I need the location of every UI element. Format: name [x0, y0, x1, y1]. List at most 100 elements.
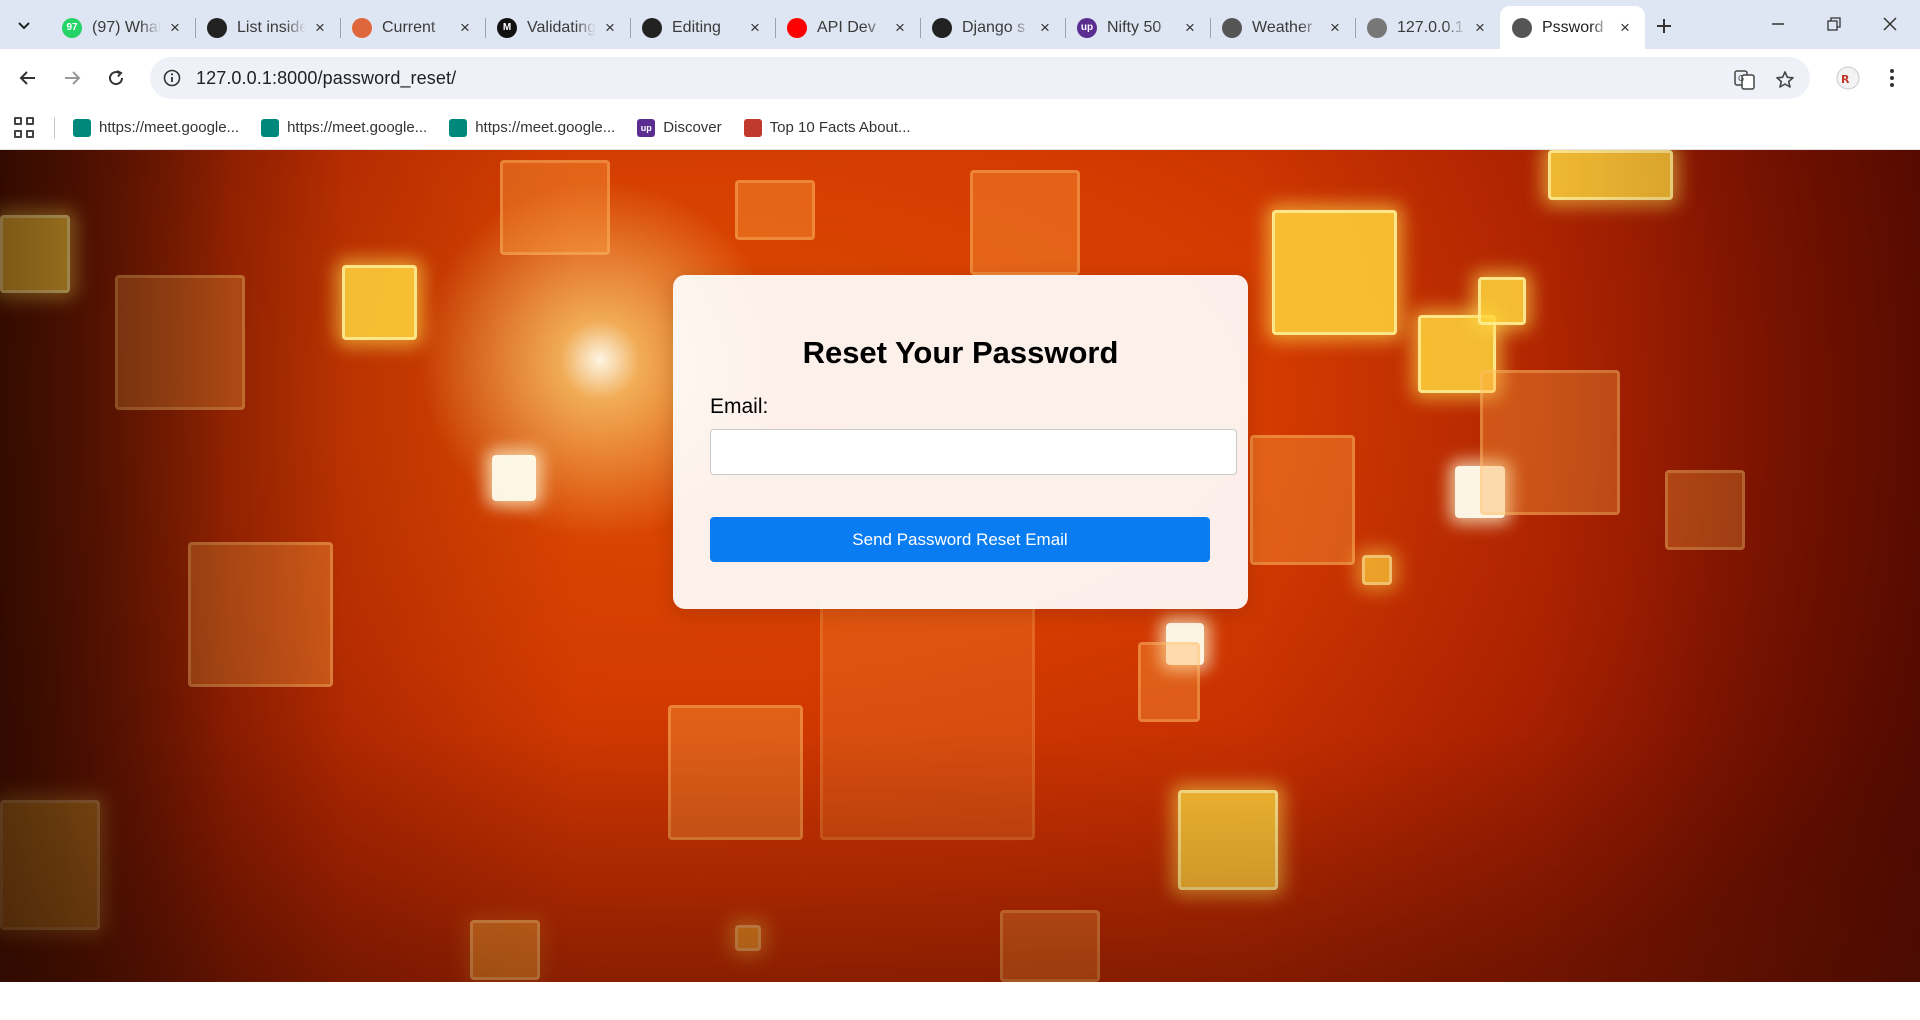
new-tab-button[interactable]	[1650, 12, 1678, 40]
profile-button[interactable]: R	[1832, 62, 1864, 94]
close-tab-icon[interactable]: ×	[890, 18, 910, 38]
svg-text:R: R	[1841, 73, 1850, 86]
apps-icon[interactable]	[14, 116, 36, 139]
plus-icon	[1657, 19, 1671, 33]
minimize-icon	[1772, 23, 1784, 25]
browser-tab[interactable]: Current ×	[340, 6, 485, 49]
translate-button[interactable]: G	[1730, 65, 1760, 95]
globe-icon	[1367, 17, 1387, 38]
browser-tab[interactable]: API Dev ×	[775, 6, 920, 49]
page-background: Reset Your Password Email: Send Password…	[0, 150, 1920, 982]
tab-title: Current	[382, 18, 436, 36]
reload-button[interactable]	[100, 62, 132, 94]
star-icon	[1776, 71, 1794, 88]
flag-icon	[743, 118, 762, 137]
bookmark-label: Top 10 Facts About...	[769, 119, 911, 136]
close-tab-icon[interactable]: ×	[1325, 18, 1345, 38]
bookmark-item[interactable]: Top 10 Facts About...	[743, 118, 911, 137]
menu-button[interactable]	[1876, 62, 1908, 94]
back-button[interactable]	[12, 62, 44, 94]
url-text: 127.0.0.1:8000/password_reset/	[196, 67, 457, 88]
tab-title: API Dev	[817, 18, 876, 36]
bookmarks-bar: https://meet.google... https://meet.googl…	[0, 106, 1920, 150]
close-tab-icon[interactable]: ×	[1470, 18, 1490, 38]
browser-tab[interactable]: 127.0.0.1 ×	[1355, 6, 1500, 49]
email-field[interactable]	[710, 429, 1237, 475]
browser-tab[interactable]: Django s ×	[920, 6, 1065, 49]
close-window-button[interactable]	[1866, 8, 1914, 40]
more-vertical-icon	[1890, 69, 1894, 87]
minimize-button[interactable]	[1754, 8, 1802, 40]
browser-tab[interactable]: 97 (97) WhatsApp×	[50, 6, 195, 49]
close-tab-icon[interactable]: ×	[1180, 18, 1200, 38]
globe-icon	[1222, 17, 1242, 38]
close-tab-icon[interactable]: ×	[1615, 18, 1635, 38]
close-tab-icon[interactable]: ×	[310, 18, 330, 38]
globe-icon	[1512, 17, 1532, 38]
bookmark-item[interactable]: https://meet.google...	[73, 118, 240, 137]
tabs-container: 97(97) WhatsApp×List inside×Current×MVal…	[50, 6, 1645, 49]
youtube-icon	[787, 17, 807, 38]
send-reset-email-button[interactable]: Send Password Reset Email	[710, 517, 1210, 562]
google-meet-icon	[449, 118, 468, 137]
close-tab-icon[interactable]: ×	[600, 18, 620, 38]
google-meet-icon	[261, 118, 280, 137]
github-icon	[642, 17, 662, 38]
divider	[54, 116, 55, 139]
address-bar[interactable]: 127.0.0.1:8000/password_reset/ G	[150, 57, 1810, 99]
tab-title: Pssword	[1542, 18, 1604, 36]
bookmark-star-button[interactable]	[1770, 65, 1800, 95]
reload-icon	[109, 70, 124, 86]
tab-strip: 97(97) WhatsApp×List inside×Current×MVal…	[0, 0, 1920, 49]
forward-button[interactable]	[56, 62, 88, 94]
browser-tab[interactable]: Editing ×	[630, 6, 775, 49]
svg-text:G: G	[1738, 74, 1744, 83]
restore-button[interactable]	[1810, 8, 1858, 40]
tab-title: 127.0.0.1	[1397, 18, 1464, 36]
upwork-icon: up	[637, 118, 656, 137]
tab-search-button[interactable]	[10, 12, 38, 40]
browser-toolbar: 127.0.0.1:8000/password_reset/ G R	[0, 49, 1920, 106]
close-tab-icon[interactable]: ×	[745, 18, 765, 38]
tab-title: Editing	[672, 18, 721, 36]
info-icon	[163, 69, 181, 87]
favicon-badge: 97	[66, 22, 78, 33]
bookmark-item[interactable]: https://meet.google...	[449, 118, 616, 137]
avatar-icon: R	[1836, 66, 1860, 90]
bookmark-label: https://meet.google...	[99, 119, 240, 136]
tab-title: (97) WhatsApp	[92, 18, 161, 36]
browser-tab[interactable]: Weather ×	[1210, 6, 1355, 49]
claude-icon	[352, 17, 372, 38]
page-title: Reset Your Password	[802, 335, 1119, 370]
arrow-right-icon	[65, 71, 81, 85]
restore-icon	[1827, 17, 1841, 31]
site-info-button[interactable]	[154, 60, 190, 96]
bookmark-label: https://meet.google...	[287, 119, 428, 136]
whatsapp-icon: 97	[62, 17, 82, 38]
tab-title: Validating	[527, 18, 596, 36]
translate-icon: G	[1734, 70, 1755, 90]
google-meet-icon	[73, 118, 91, 137]
bookmark-label: Discover	[663, 119, 722, 136]
close-tab-icon[interactable]: ×	[165, 18, 185, 38]
close-tab-icon[interactable]: ×	[455, 18, 475, 38]
browser-tab[interactable]: M Validating ×	[485, 6, 630, 49]
chatgpt-icon	[207, 17, 227, 38]
browser-tab[interactable]: List inside ×	[195, 6, 340, 49]
tab-title: Weather	[1252, 18, 1313, 36]
bookmark-list: https://meet.google... https://meet.googl…	[73, 118, 933, 137]
arrow-left-icon	[19, 71, 35, 85]
email-label: Email:	[710, 395, 769, 418]
bookmark-item[interactable]: https://meet.google...	[261, 118, 428, 137]
browser-tab[interactable]: Pssword ×	[1500, 6, 1645, 49]
close-icon	[1883, 17, 1897, 31]
chevron-down-icon	[18, 22, 30, 30]
bottom-area	[0, 982, 1920, 1020]
favicon-badge: M	[502, 22, 512, 33]
bookmark-item[interactable]: up Discover	[637, 118, 722, 137]
close-tab-icon[interactable]: ×	[1035, 18, 1055, 38]
bookmark-badge: up	[640, 122, 652, 133]
password-reset-card: Reset Your Password Email: Send Password…	[673, 275, 1248, 609]
bookmark-label: https://meet.google...	[475, 119, 616, 136]
browser-tab[interactable]: up Nifty 50 ×	[1065, 6, 1210, 49]
